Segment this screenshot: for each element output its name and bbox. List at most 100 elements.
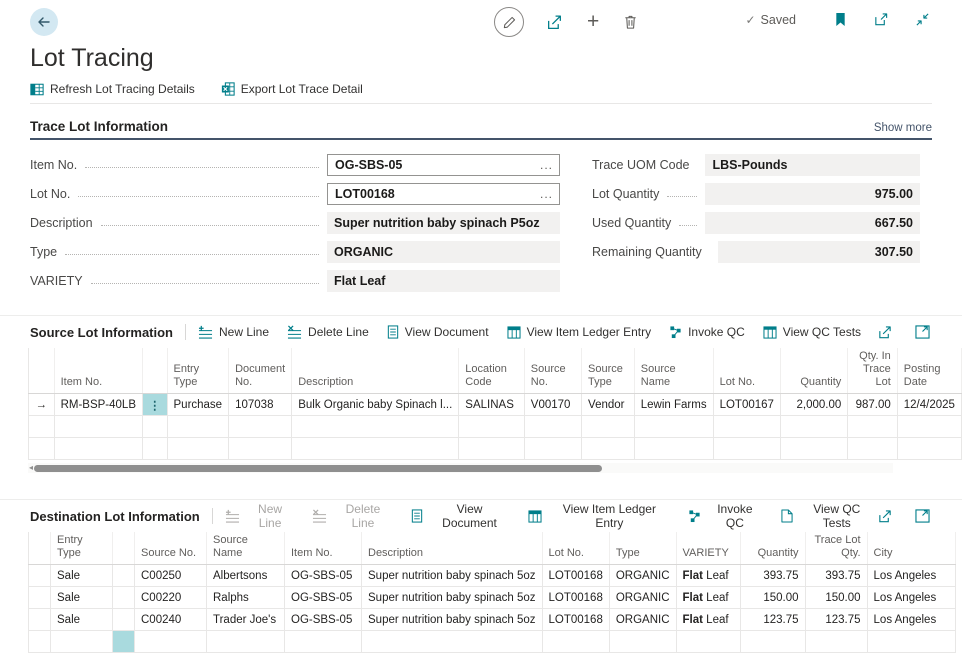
cell-type[interactable]: ORGANIC: [609, 609, 676, 631]
collapse-button[interactable]: [913, 10, 932, 29]
refresh-lot-tracing-button[interactable]: Refresh Lot Tracing Details: [30, 82, 195, 96]
empty-grid-row[interactable]: [29, 416, 962, 438]
item-no-assist-button[interactable]: ...: [538, 158, 555, 172]
horizontal-scrollbar[interactable]: ◂: [28, 463, 893, 473]
source-view-document-button[interactable]: View Document: [387, 325, 489, 339]
grid-cell[interactable]: [143, 416, 168, 438]
col-header-qty-in-trace-lot[interactable]: Qty. In Trace Lot: [848, 348, 897, 394]
grid-cell[interactable]: [582, 416, 635, 438]
cell-type[interactable]: ORGANIC: [609, 565, 676, 587]
grid-cell[interactable]: [51, 631, 113, 653]
cell-source-name[interactable]: Lewin Farms: [634, 394, 713, 416]
cell-variety[interactable]: Flat Leaf: [676, 609, 740, 631]
cell-description[interactable]: Super nutrition baby spinach 5oz: [362, 609, 543, 631]
grid-cell[interactable]: [582, 438, 635, 460]
source-view-item-ledger-button[interactable]: View Item Ledger Entry: [507, 325, 652, 339]
grid-cell[interactable]: [459, 438, 525, 460]
destination-new-line-button[interactable]: New Line: [225, 502, 295, 530]
cell-city[interactable]: Los Angeles: [867, 609, 955, 631]
source-focus-mode-button[interactable]: [913, 323, 932, 341]
grid-cell[interactable]: [848, 416, 897, 438]
col-header-posting-date[interactable]: Posting Date: [897, 348, 961, 394]
cell-city[interactable]: Los Angeles: [867, 587, 955, 609]
cell-quantity[interactable]: 123.75: [740, 609, 805, 631]
cell-source-name[interactable]: Albertsons: [207, 565, 285, 587]
col-header-source-name[interactable]: Source Name: [207, 532, 285, 565]
lot-no-assist-button[interactable]: ...: [538, 187, 555, 201]
item-no-field[interactable]: OG-SBS-05 ...: [327, 154, 560, 176]
grid-cell[interactable]: [229, 416, 292, 438]
cell-source-no[interactable]: V00170: [524, 394, 581, 416]
grid-cell[interactable]: [740, 631, 805, 653]
source-new-line-button[interactable]: New Line: [198, 325, 269, 339]
col-header-item-no[interactable]: Item No.: [285, 532, 362, 565]
lot-no-field[interactable]: LOT00168 ...: [327, 183, 560, 205]
row-menu-dots-icon[interactable]: ⋮: [143, 394, 168, 416]
destination-delete-line-button[interactable]: Delete Line: [312, 502, 392, 530]
grid-cell[interactable]: [54, 438, 142, 460]
grid-cell[interactable]: [609, 631, 676, 653]
col-header-type[interactable]: Type: [609, 532, 676, 565]
col-header-quantity[interactable]: Quantity: [780, 348, 847, 394]
cell-lot-no[interactable]: LOT00168: [542, 609, 609, 631]
source-share-button[interactable]: [875, 323, 895, 342]
cell-source-name[interactable]: Ralphs: [207, 587, 285, 609]
cell-source-name[interactable]: Trader Joe's: [207, 609, 285, 631]
destination-view-document-button[interactable]: View Document: [411, 502, 511, 530]
col-header-source-no[interactable]: Source No.: [524, 348, 581, 394]
grid-cell[interactable]: [29, 631, 51, 653]
cell-lot-no[interactable]: LOT00168: [542, 587, 609, 609]
grid-cell[interactable]: [780, 416, 847, 438]
row-menu-cell[interactable]: [113, 587, 135, 609]
grid-cell[interactable]: [167, 416, 229, 438]
destination-focus-mode-button[interactable]: [913, 507, 932, 525]
cell-entry-type[interactable]: Sale: [51, 565, 113, 587]
export-lot-trace-button[interactable]: Export Lot Trace Detail: [221, 82, 363, 96]
grid-cell[interactable]: [362, 631, 543, 653]
cell-entry-type[interactable]: Sale: [51, 609, 113, 631]
grid-cell[interactable]: [897, 438, 961, 460]
col-header-quantity[interactable]: Quantity: [740, 532, 805, 565]
cell-entry-type[interactable]: Sale: [51, 587, 113, 609]
destination-share-button[interactable]: [875, 507, 895, 526]
cell-item-no[interactable]: OG-SBS-05: [285, 609, 362, 631]
cell-document-no[interactable]: 107038: [229, 394, 292, 416]
share-button[interactable]: [544, 12, 565, 33]
row-menu-cell[interactable]: [113, 631, 135, 653]
cell-source-no[interactable]: C00220: [135, 587, 207, 609]
col-header-source-no[interactable]: Source No.: [135, 532, 207, 565]
grid-cell[interactable]: [867, 631, 955, 653]
col-header-lot-no[interactable]: Lot No.: [713, 348, 780, 394]
grid-cell[interactable]: [634, 438, 713, 460]
cell-description[interactable]: Super nutrition baby spinach 5oz: [362, 587, 543, 609]
grid-cell[interactable]: [143, 438, 168, 460]
grid-cell[interactable]: [848, 438, 897, 460]
grid-cell[interactable]: [459, 416, 525, 438]
open-in-new-window-button[interactable]: [871, 10, 891, 29]
destination-table-partial-row[interactable]: [29, 631, 956, 653]
cell-trace-lot-qty[interactable]: 123.75: [805, 609, 867, 631]
destination-table-row[interactable]: Sale C00240 Trader Joe's OG-SBS-05 Super…: [29, 609, 956, 631]
grid-cell[interactable]: [229, 438, 292, 460]
row-selector-cell[interactable]: [29, 609, 51, 631]
grid-cell[interactable]: [292, 416, 459, 438]
grid-cell[interactable]: [805, 631, 867, 653]
cell-location-code[interactable]: SALINAS: [459, 394, 525, 416]
cell-variety[interactable]: Flat Leaf: [676, 587, 740, 609]
grid-cell[interactable]: [285, 631, 362, 653]
cell-posting-date[interactable]: 12/4/2025: [897, 394, 961, 416]
source-invoke-qc-button[interactable]: Invoke QC: [669, 325, 745, 339]
cell-variety[interactable]: Flat Leaf: [676, 565, 740, 587]
source-delete-line-button[interactable]: Delete Line: [287, 325, 369, 339]
row-menu-cell[interactable]: [113, 609, 135, 631]
col-header-description[interactable]: Description: [362, 532, 543, 565]
cell-trace-lot-qty[interactable]: 393.75: [805, 565, 867, 587]
grid-cell[interactable]: [524, 416, 581, 438]
cell-entry-type[interactable]: Purchase: [167, 394, 229, 416]
source-table-row[interactable]: → RM-BSP-40LB ⋮ Purchase 107038 Bulk Org…: [29, 394, 962, 416]
cell-source-no[interactable]: C00240: [135, 609, 207, 631]
row-menu-cell[interactable]: [113, 565, 135, 587]
cell-qty-in-trace-lot[interactable]: 987.00: [848, 394, 897, 416]
grid-cell[interactable]: [54, 416, 142, 438]
col-header-source-type[interactable]: Source Type: [582, 348, 635, 394]
